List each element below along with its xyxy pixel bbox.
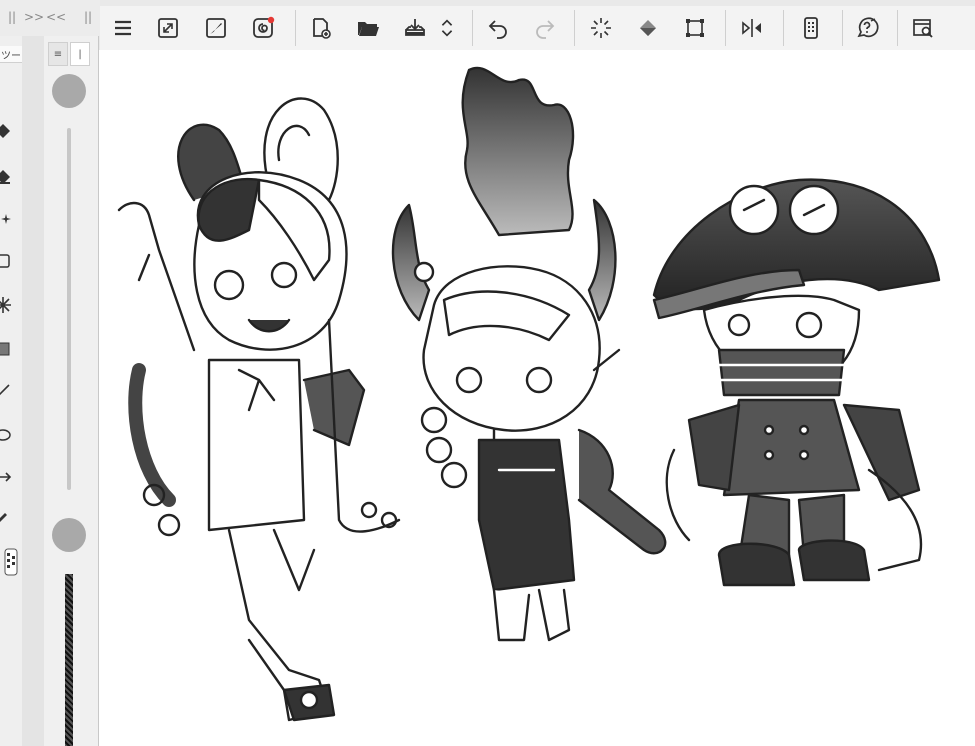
search-window-button[interactable] <box>908 13 938 43</box>
smartphone-icon <box>804 17 818 39</box>
redo-button[interactable] <box>530 13 560 43</box>
help-button[interactable] <box>852 13 882 43</box>
undo-button[interactable] <box>483 13 513 43</box>
expand-panel-icon[interactable]: >> <box>24 10 44 24</box>
brush-size-panel: ≡ | <box>44 36 99 746</box>
clear-button[interactable] <box>586 13 616 43</box>
fill-bucket-icon <box>640 20 656 36</box>
spiral-notification-icon <box>253 16 275 38</box>
tool-palette-tab[interactable]: ツー <box>0 46 22 63</box>
character-right <box>652 178 941 587</box>
character-middle <box>391 66 667 642</box>
assets-button[interactable] <box>248 13 278 43</box>
brush-opacity-preview <box>52 518 86 552</box>
brush-size-preview <box>52 74 86 108</box>
fullscreen-button[interactable] <box>153 13 183 43</box>
open-button[interactable] <box>353 13 383 43</box>
new-canvas-button[interactable] <box>306 13 336 43</box>
eraser-tool-icon[interactable] <box>0 168 12 186</box>
menu-button[interactable] <box>108 13 138 43</box>
sparkle-tool-icon[interactable] <box>0 212 12 230</box>
move-tool-icon[interactable] <box>0 468 12 486</box>
pin-handle-icon[interactable]: || <box>8 10 16 24</box>
redo-icon <box>536 20 555 39</box>
panel-strip: || >> << || <box>0 0 100 36</box>
layer-tool-icon[interactable] <box>0 252 12 270</box>
edit-brush-button[interactable] <box>201 13 231 43</box>
transform-button[interactable] <box>680 13 710 43</box>
more-arrows-button[interactable] <box>436 13 458 43</box>
drawing-canvas[interactable] <box>99 50 975 746</box>
save-button[interactable] <box>400 13 430 43</box>
brush-size-slider[interactable] <box>67 128 71 490</box>
brush-edit-icon <box>206 18 226 38</box>
ellipse-tool-icon[interactable] <box>0 426 12 444</box>
transform-crop-icon <box>686 19 704 37</box>
loading-sparkle-icon <box>591 18 611 38</box>
folder-open-icon <box>358 22 379 36</box>
new-document-icon <box>313 18 331 39</box>
collapse-panel-icon[interactable]: << <box>46 10 66 24</box>
chibi-illustration <box>117 66 941 722</box>
flip-button[interactable] <box>737 13 767 43</box>
help-icon <box>857 17 879 38</box>
pen-tool-icon[interactable] <box>0 122 12 140</box>
color-swatch-icon[interactable] <box>4 548 18 576</box>
window-search-icon <box>913 19 933 38</box>
panel-divider <box>22 36 45 746</box>
undo-icon <box>488 20 507 39</box>
flip-horizontal-icon <box>742 19 761 37</box>
up-down-chevron-icon <box>441 19 453 37</box>
eyedropper-tool-icon[interactable] <box>0 506 12 524</box>
fill-button[interactable] <box>633 13 663 43</box>
opacity-slider[interactable] <box>65 574 73 746</box>
line-tool-icon[interactable] <box>0 382 12 400</box>
brush-panel-tab-2[interactable]: | <box>70 42 90 66</box>
brush-panel-tab-1[interactable]: ≡ <box>48 42 68 66</box>
save-tray-icon <box>405 19 425 36</box>
smartphone-button[interactable] <box>796 13 826 43</box>
tool-palette: ツー <box>0 36 23 746</box>
expand-icon <box>158 18 178 38</box>
character-left <box>117 97 401 722</box>
hamburger-menu-icon <box>115 20 131 36</box>
command-bar <box>100 6 975 51</box>
burst-tool-icon[interactable] <box>0 296 12 314</box>
gradient-tool-icon[interactable] <box>0 340 12 358</box>
pin-handle-icon-2[interactable]: || <box>84 10 92 24</box>
